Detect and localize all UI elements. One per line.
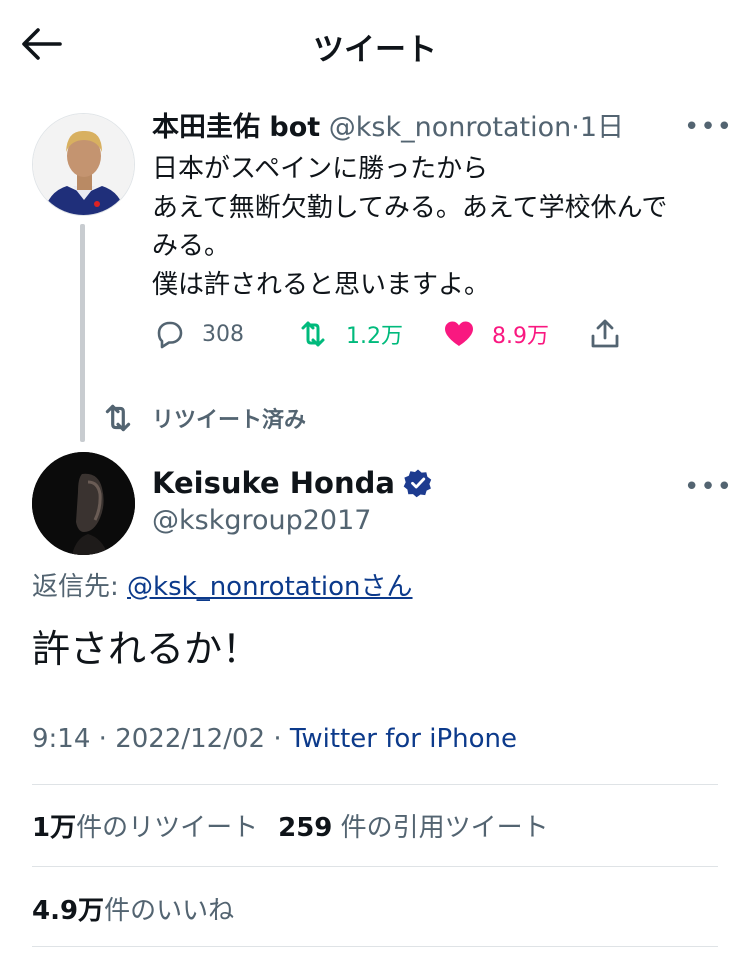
- author-avatar[interactable]: [32, 452, 135, 555]
- retweets-label: 件のリツイート: [76, 813, 259, 843]
- reply-prefix: 返信先:: [32, 572, 128, 602]
- tweet-action-bar: 308 1.2万 8.9万: [152, 312, 632, 356]
- retweeted-indicator: リツイート済み: [100, 400, 306, 436]
- divider: [32, 784, 718, 785]
- retweet-button[interactable]: 1.2万: [296, 312, 403, 356]
- thread-line: [80, 224, 85, 442]
- retweet-count: 1.2万: [346, 324, 403, 349]
- quotes-label: 件の引用ツイート: [340, 813, 549, 843]
- more-options-icon[interactable]: •••: [684, 112, 732, 142]
- reply-suffix: さん: [360, 572, 413, 602]
- likes-stat[interactable]: 4.9万件のいいね: [32, 896, 234, 926]
- heart-icon: [445, 321, 473, 346]
- tweet-meta: 9:14 · 2022/12/02 · Twitter for iPhone: [32, 724, 517, 754]
- likes-stats: 4.9万件のいいね: [32, 890, 234, 927]
- top-bar: ツイート: [0, 0, 750, 90]
- retweet-icon: [301, 321, 325, 347]
- meta-separator: ·: [98, 724, 107, 754]
- reply-count: 308: [202, 321, 244, 347]
- bot-display-name[interactable]: 本田圭佑 bot: [152, 112, 320, 143]
- retweeted-label: リツイート済み: [152, 408, 307, 433]
- tweet-text-line: みる。: [152, 231, 231, 261]
- retweets-stat[interactable]: 1万件のリツイート: [32, 813, 258, 843]
- reply-to-link[interactable]: @ksk_nonrotationさん: [127, 572, 413, 602]
- tweet-date[interactable]: 2022/12/02: [115, 724, 265, 754]
- bot-handle[interactable]: @ksk_nonrotation: [329, 112, 571, 143]
- reply-icon: [157, 321, 183, 349]
- tweet-age[interactable]: 1日: [580, 112, 624, 143]
- verified-badge-icon: [403, 469, 432, 498]
- quoted-tweet-text: 日本がスペインに勝ったから あえて無断欠勤してみる。あえて学校休んで みる。 僕…: [152, 150, 722, 304]
- divider: [32, 946, 718, 947]
- author-handle[interactable]: @kskgroup2017: [152, 505, 371, 536]
- reply-handle: @ksk_nonrotation: [127, 572, 361, 602]
- page-title: ツイート: [313, 32, 437, 68]
- likes-number: 4.9万: [32, 896, 105, 926]
- like-button[interactable]: 8.9万: [442, 312, 549, 356]
- more-options-icon[interactable]: •••: [684, 472, 732, 502]
- tweet-text-line: あえて無断欠勤してみる。あえて学校休んで: [152, 192, 668, 223]
- main-tweet-text: 許されるか！: [32, 627, 261, 671]
- tweet-text-line: 日本がスペインに勝ったから: [152, 154, 489, 184]
- share-button[interactable]: [588, 312, 622, 356]
- retweets-number: 1万: [32, 813, 77, 843]
- likes-label: 件のいいね: [104, 896, 235, 926]
- author-name-row: Keisuke Honda: [152, 466, 433, 500]
- quotes-stat[interactable]: 259 件の引用ツイート: [278, 813, 549, 843]
- reply-button[interactable]: 308: [152, 312, 244, 356]
- bot-avatar[interactable]: [32, 113, 135, 216]
- retweet-small-icon: [105, 404, 131, 432]
- meta-separator: ·: [273, 724, 282, 754]
- header-separator: ·: [571, 112, 580, 143]
- author-display-name[interactable]: Keisuke Honda: [152, 466, 395, 500]
- replying-to: 返信先: @ksk_nonrotationさん: [32, 566, 413, 603]
- like-count: 8.9万: [492, 324, 549, 349]
- share-icon: [591, 319, 619, 348]
- divider: [32, 866, 718, 867]
- quoted-tweet-header: 本田圭佑 bot @ksk_nonrotation·1日: [152, 110, 624, 146]
- tweet-text-line: 僕は許されると思いますよ。: [152, 269, 491, 300]
- tweet-client-link[interactable]: Twitter for iPhone: [290, 724, 517, 754]
- engagement-stats: 1万件のリツイート 259 件の引用ツイート: [32, 807, 549, 844]
- quotes-number: 259: [278, 813, 333, 843]
- tweet-time[interactable]: 9:14: [32, 724, 90, 754]
